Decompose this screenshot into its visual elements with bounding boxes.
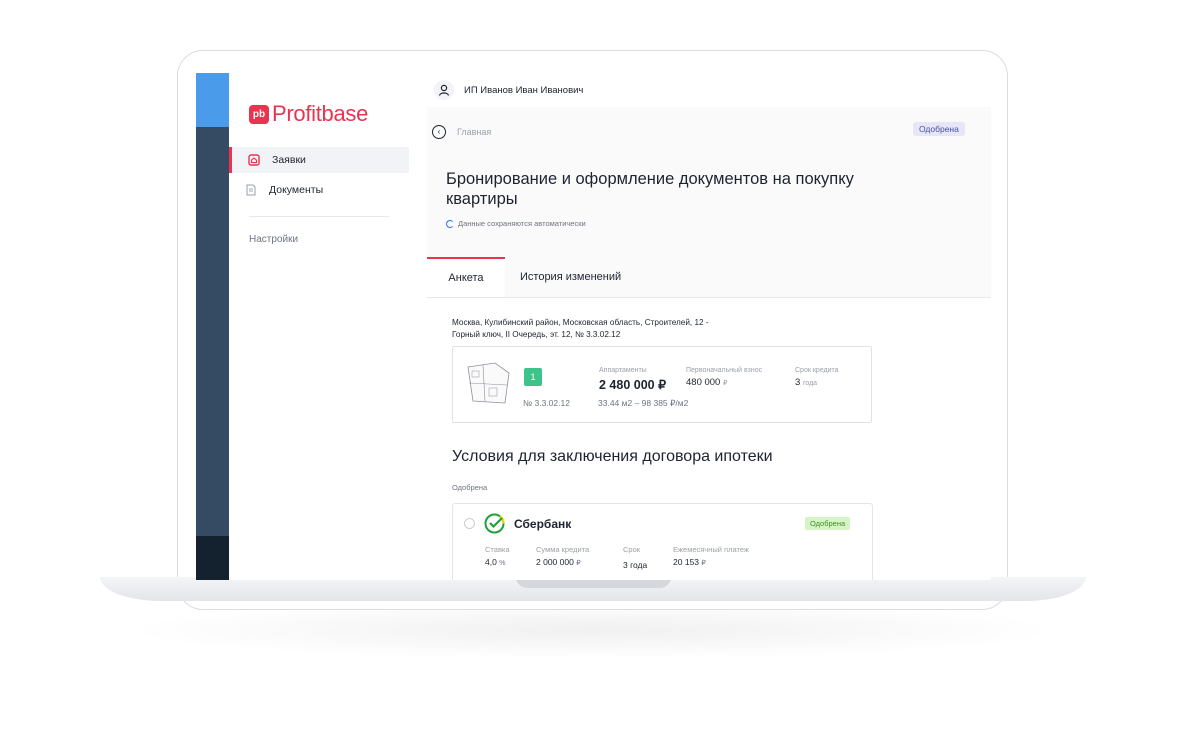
spinner-icon bbox=[446, 219, 454, 228]
property-type-label: Аппартаменты bbox=[599, 367, 647, 374]
back-arrow-icon[interactable]: ‹ bbox=[432, 125, 446, 139]
mortgage-section-title: Условия для заключения договора ипотеки bbox=[452, 448, 773, 465]
monthly-payment-value: 20 153 ₽ bbox=[673, 557, 706, 567]
address-line-2: Горный ключ, II Очередь, эт. 12, № 3.3.0… bbox=[452, 330, 621, 339]
autosave-text: Данные сохраняются автоматически bbox=[458, 219, 586, 228]
loan-amount-value: 2 000 000 ₽ bbox=[536, 557, 581, 567]
document-icon bbox=[246, 184, 256, 196]
logo[interactable]: pb Profitbase bbox=[249, 101, 368, 127]
sidebar-divider bbox=[249, 216, 389, 217]
flat-number: № 3.3.02.12 bbox=[523, 398, 570, 408]
app-strip bbox=[196, 73, 229, 580]
floor-badge: 1 bbox=[524, 368, 542, 386]
logo-text: Profitbase bbox=[272, 101, 369, 126]
flat-card[interactable]: 1 № 3.3.02.12 Аппартаменты 2 480 000 ₽ 3… bbox=[452, 346, 872, 423]
rate-column: Ставка 4,0 % bbox=[485, 545, 510, 567]
bank-offer-card[interactable]: Сбербанк Одобрена Ставка 4,0 % Сумма кре… bbox=[452, 503, 873, 580]
monthly-payment-label: Ежемесячный платеж bbox=[673, 545, 749, 554]
top-bar: ИП Иванов Иван Иванович bbox=[409, 73, 991, 107]
sidebar-item-documents[interactable]: Документы bbox=[229, 177, 409, 203]
sberbank-logo-icon bbox=[484, 513, 505, 534]
sidebar: pb Profitbase Заявки Документы Настройки bbox=[229, 73, 410, 580]
credit-term-column: Срок кредита 3 года bbox=[795, 367, 839, 388]
monthly-payment-column: Ежемесячный платеж 20 153 ₽ bbox=[673, 545, 749, 567]
rate-value: 4,0 % bbox=[485, 557, 506, 567]
price-column: Аппартаменты 2 480 000 ₽ bbox=[599, 367, 666, 392]
sidebar-item-requests[interactable]: Заявки bbox=[229, 147, 409, 173]
user-name[interactable]: ИП Иванов Иван Иванович bbox=[464, 85, 583, 96]
sidebar-item-label: Документы bbox=[269, 184, 324, 196]
tab-questionnaire[interactable]: Анкета bbox=[427, 257, 505, 297]
down-payment-label: Первоначальный взнос bbox=[686, 367, 763, 374]
page-title: Бронирование и оформление документов на … bbox=[446, 170, 854, 208]
bank-select-radio[interactable] bbox=[464, 518, 475, 529]
area-value: 33.44 м2 – 98 385 ₽/м2 bbox=[598, 398, 689, 408]
autosave-indicator: Данные сохраняются автоматически bbox=[446, 219, 586, 228]
logo-badge: pb bbox=[249, 104, 269, 124]
credit-term-label: Срок кредита bbox=[795, 367, 839, 374]
sidebar-item-label: Заявки bbox=[272, 154, 306, 166]
credit-term-value: 3 года bbox=[795, 377, 818, 388]
app-strip-top bbox=[196, 73, 229, 127]
app-screen: pb Profitbase Заявки Документы Настройки bbox=[196, 73, 991, 580]
price-value: 2 480 000 ₽ bbox=[599, 378, 667, 392]
down-payment-value: 480 000 ₽ bbox=[686, 377, 728, 388]
floor-plan-icon bbox=[467, 362, 510, 404]
user-icon[interactable] bbox=[434, 80, 454, 100]
loan-term-column: Срок 3 года bbox=[623, 545, 647, 570]
app-strip-bottom bbox=[196, 536, 229, 580]
breadcrumb[interactable]: Главная bbox=[457, 127, 491, 137]
loan-amount-label: Сумма кредита bbox=[536, 545, 590, 554]
down-payment-column: Первоначальный взнос 480 000 ₽ bbox=[686, 367, 762, 388]
main-content: ИП Иванов Иван Иванович ‹ Главная Одобре… bbox=[409, 73, 991, 580]
tab-history[interactable]: История изменений bbox=[520, 257, 621, 297]
address-line-1: Москва, Кулибинский район, Московская об… bbox=[452, 318, 709, 327]
loan-amount-column: Сумма кредита 2 000 000 ₽ bbox=[536, 545, 589, 567]
house-icon bbox=[248, 154, 260, 166]
loan-term-value: 3 года bbox=[623, 560, 648, 570]
bank-status-badge: Одобрена bbox=[805, 517, 851, 530]
loan-term-label: Срок bbox=[623, 545, 641, 554]
status-badge: Одобрена bbox=[913, 122, 965, 136]
sidebar-item-settings[interactable]: Настройки bbox=[249, 234, 298, 245]
flat-address: Москва, Кулибинский район, Московская об… bbox=[452, 317, 772, 341]
mortgage-group-label: Одобрена bbox=[452, 483, 488, 492]
tab-bar: Анкета История изменений bbox=[427, 257, 991, 298]
rate-label: Ставка bbox=[485, 545, 510, 554]
bank-name: Сбербанк bbox=[514, 517, 572, 531]
